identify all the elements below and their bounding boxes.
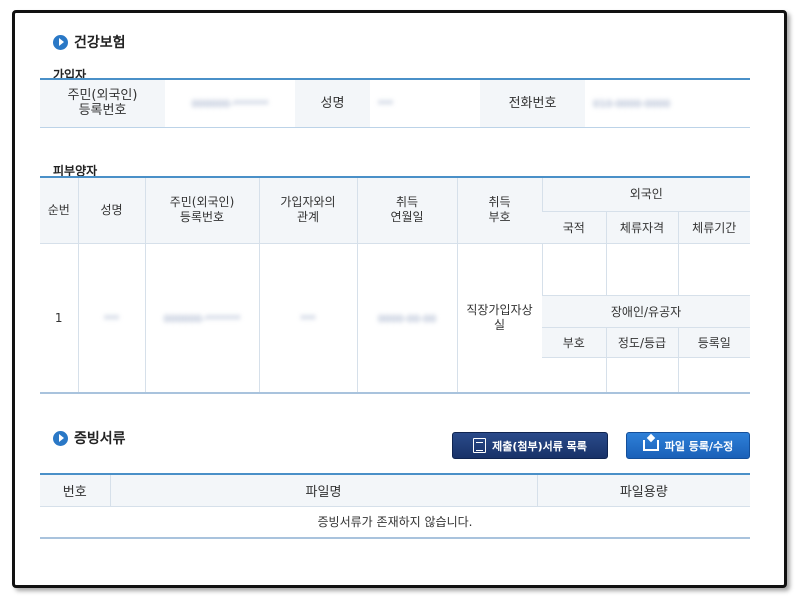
col-stay-period: 체류기간 [677,211,751,244]
col-stay-qual: 체류자격 [605,211,678,244]
subscriber-phone: 010-0000-0000 [593,99,671,111]
row-acq-date: 0000-00-00 [356,243,457,394]
row-relation: *** [258,243,357,394]
upload-icon [642,440,659,451]
col-acq-date: 취득 연월일 [356,177,457,244]
row-acq-code: 직장가입자상실 [456,243,542,394]
phone-label: 전화번호 [480,79,585,127]
document-icon [473,438,487,453]
file-upload-button[interactable]: 파일 등록/수정 [626,432,750,459]
docs-empty-message: 증빙서류가 존재하지 않습니다. [40,506,750,539]
name-label: 성명 [295,79,370,127]
row-dis-grade [605,357,678,394]
col-dis-code: 부호 [542,327,606,358]
row-name: *** [77,243,145,394]
col-dis-grade: 정도/등급 [605,327,678,358]
health-title: 건강보험 [74,35,126,51]
row-dis-code [542,357,606,394]
subscriber-name: *** [378,99,393,111]
col-doc-no: 번호 [40,474,110,507]
row-nationality [541,243,606,296]
file-upload-label: 파일 등록/수정 [664,439,734,453]
col-relation: 가입자와의 관계 [258,177,357,244]
rrn-label: 주민(외국인) 등록번호 [40,79,165,127]
row-seq: 1 [40,243,78,394]
col-doc-filename: 파일명 [109,474,537,507]
arrow-circle-icon [53,34,68,50]
col-doc-size: 파일용량 [536,474,750,507]
submitted-docs-list-button[interactable]: 제출(첨부)서류 목록 [452,432,608,459]
subscriber-table: 주민(외국인) 등록번호 000000-******* 성명 *** 전화번호 … [40,78,750,128]
section-title-docs: 증빙서류 [53,428,126,448]
section-title-health: 건강보험 [53,32,126,52]
col-nationality: 국적 [542,211,606,244]
docs-table: 번호 파일명 파일용량 증빙서류가 존재하지 않습니다. [40,473,750,539]
col-dis-reg: 등록일 [677,327,751,358]
col-seq: 순번 [40,177,78,244]
row-dis-reg [677,357,751,394]
arrow-circle-icon [53,430,68,446]
row-rrn: 000000-******* [144,243,259,394]
col-foreigner: 외국인 [541,177,751,212]
col-acq-code: 취득 부호 [456,177,542,244]
row-stay-period [677,243,751,296]
docs-title: 증빙서류 [74,431,126,447]
col-rrn: 주민(외국인) 등록번호 [144,177,259,244]
subscriber-rrn: 000000-******* [191,99,269,111]
col-name: 성명 [77,177,145,244]
row-stay-qual [605,243,678,296]
col-disabled: 장애인/유공자 [542,295,751,328]
dependents-table: 순번 성명 주민(외국인) 등록번호 가입자와의 관계 취득 연월일 취득 부호… [40,176,751,394]
submitted-docs-list-label: 제출(첨부)서류 목록 [492,439,587,453]
